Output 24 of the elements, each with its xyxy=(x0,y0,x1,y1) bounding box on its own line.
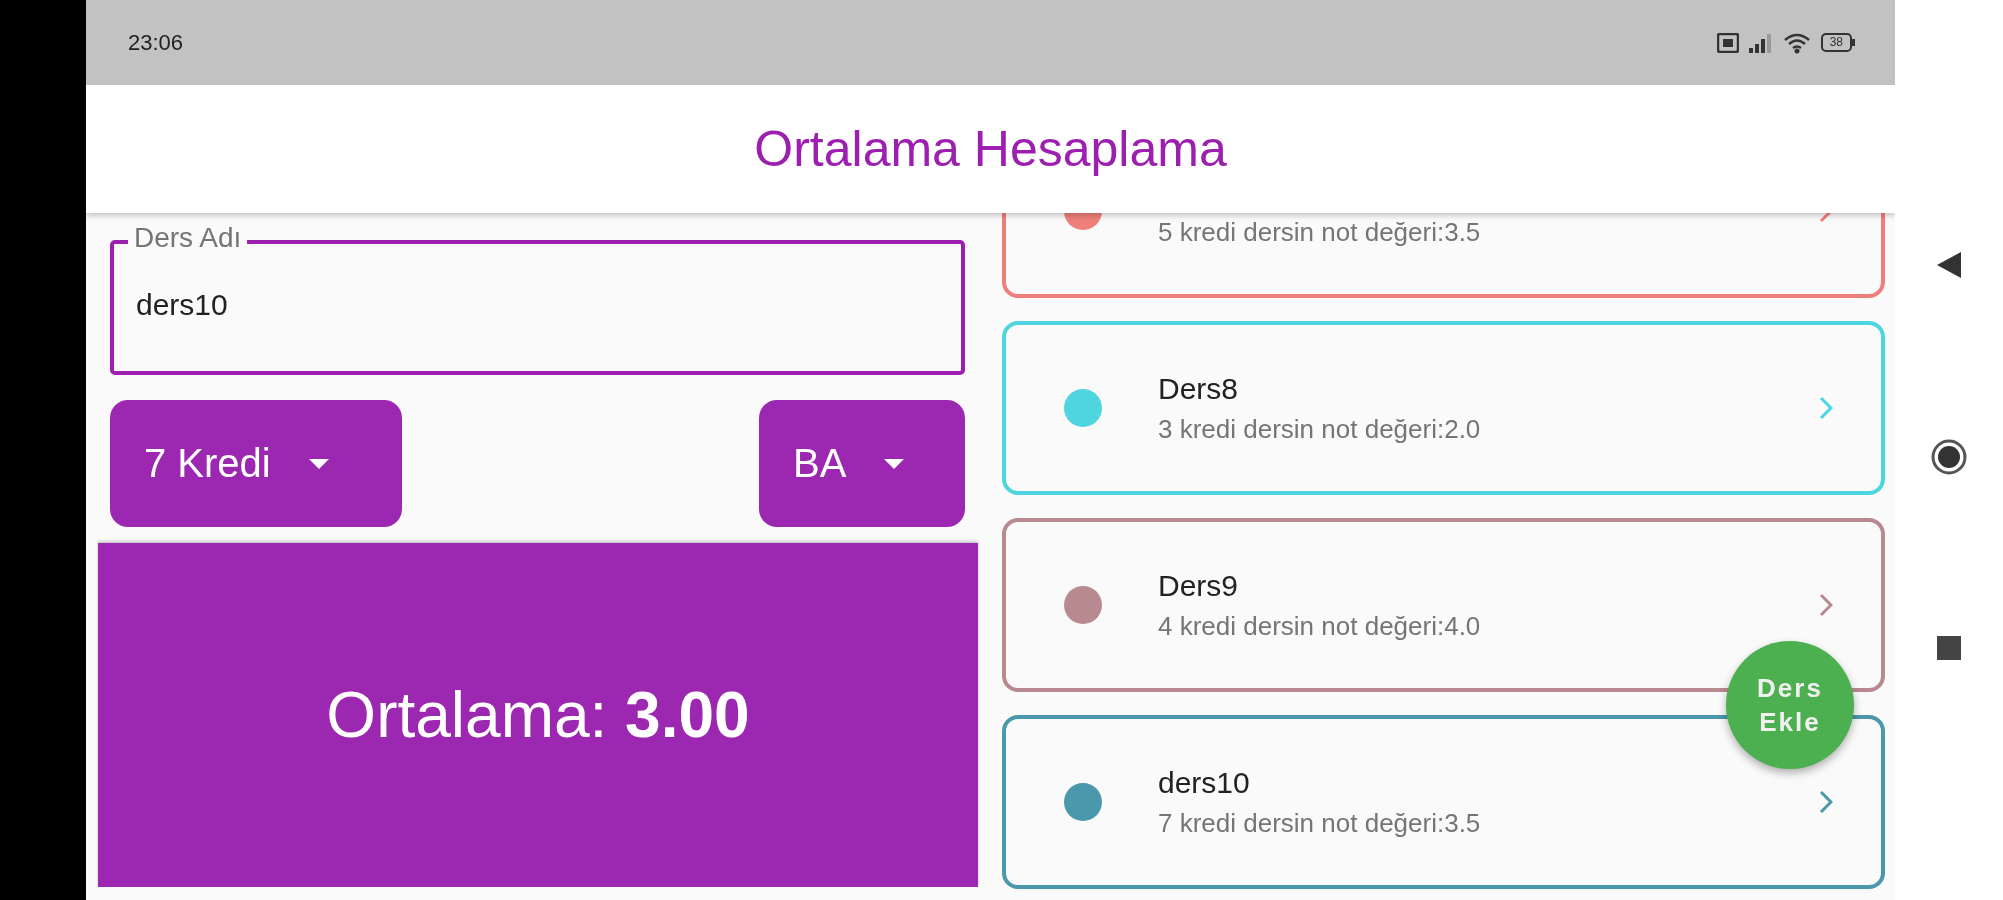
course-subtitle: 4 kredi dersin not değeri:4.0 xyxy=(1158,610,1481,642)
grade-dropdown[interactable]: BA xyxy=(759,400,965,527)
course-name-field[interactable]: Ders Adı ders10 xyxy=(110,220,965,375)
course-title: Ders8 xyxy=(1158,371,1240,406)
course-subtitle: 3 kredi dersin not değeri:2.0 xyxy=(1158,413,1481,445)
course-subtitle: 7 kredi dersin not değeri:3.5 xyxy=(1158,807,1481,839)
status-time: 23:06 xyxy=(128,29,184,56)
sim-icon xyxy=(1716,32,1739,53)
wifi-icon xyxy=(1782,31,1811,54)
course-title: Ders9 xyxy=(1158,568,1240,603)
course-card[interactable]: Ders8 3 kredi dersin not değeri:2.0 xyxy=(1002,321,1885,495)
app-title: Ortalama Hesaplama xyxy=(754,120,1227,178)
caret-icon xyxy=(884,458,905,469)
credit-dropdown[interactable]: 7 Kredi xyxy=(110,400,402,527)
field-value: ders10 xyxy=(136,288,228,321)
average-text: Ortalama: 3.00 xyxy=(326,678,750,752)
course-subtitle: 5 kredi dersin not değeri:3.5 xyxy=(1158,216,1481,248)
caret-icon xyxy=(308,458,329,469)
home-icon[interactable] xyxy=(1930,438,1968,476)
course-card[interactable]: 5 kredi dersin not değeri:3.5 xyxy=(1002,213,1885,298)
battery-icon: 38 xyxy=(1820,33,1855,52)
signal-icon xyxy=(1748,32,1773,53)
back-icon[interactable] xyxy=(1937,252,1961,278)
course-title: ders10 xyxy=(1158,765,1251,800)
